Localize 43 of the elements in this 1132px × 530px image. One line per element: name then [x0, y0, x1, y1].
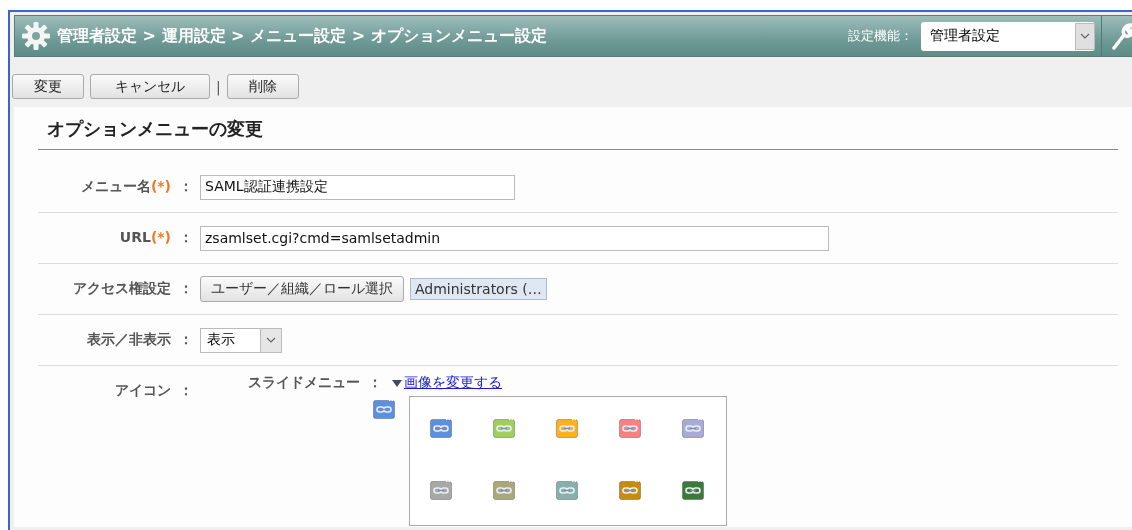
gear-icon — [21, 21, 51, 51]
triangle-down-icon[interactable] — [392, 379, 402, 387]
field-label: アイコン — [115, 382, 171, 400]
select-button[interactable]: ユーザー／組織／ロール選択 — [200, 276, 404, 302]
chain-icon[interactable] — [556, 480, 578, 500]
colon: ： — [179, 382, 193, 400]
chain-icon[interactable] — [682, 480, 704, 500]
chain-icon[interactable] — [619, 480, 641, 500]
change-image-link[interactable]: 画像を変更する — [404, 374, 502, 392]
toolbar-button[interactable]: 変更 — [12, 74, 84, 99]
chain-icon[interactable] — [430, 480, 452, 500]
sub-label: スライドメニュー — [248, 374, 360, 392]
field-label: 表示／非表示 — [87, 331, 171, 349]
toolbar-button[interactable]: キャンセル — [90, 74, 210, 99]
field-label: アクセス権設定 — [73, 280, 171, 298]
form-title: オプションメニューの変更 — [38, 117, 1118, 150]
chain-icon[interactable] — [619, 418, 641, 438]
wrench-icon[interactable] — [1110, 21, 1132, 51]
colon: ： — [179, 331, 193, 349]
colon: ： — [179, 229, 193, 247]
chain-icon[interactable] — [682, 418, 704, 438]
field-label: メニュー名 — [80, 178, 151, 196]
chevron-down-icon — [266, 337, 276, 343]
separator: | — [216, 78, 221, 95]
chain-icon[interactable] — [430, 418, 452, 438]
required-mark: (*) — [150, 229, 171, 245]
required-mark: (*) — [150, 178, 171, 194]
input-field[interactable]: SAML認証連携設定 — [200, 174, 515, 200]
input-field[interactable]: zsamlset.cgi?cmd=samlsetadmin — [200, 225, 829, 251]
colon: ： — [179, 178, 193, 196]
field-label: URL — [119, 229, 151, 245]
access-tag: Administrators (… — [410, 278, 547, 300]
function-label: 設定機能： — [848, 27, 913, 45]
colon: ： — [368, 374, 382, 392]
colon: ： — [179, 280, 193, 298]
chain-icon[interactable] — [556, 418, 578, 438]
toolbar-button[interactable]: 削除 — [226, 74, 299, 99]
chevron-down-icon — [1080, 33, 1090, 39]
function-select[interactable]: 管理者設定 — [921, 21, 1095, 51]
chain-icon[interactable] — [493, 418, 515, 438]
breadcrumb: 管理者設定 > 運用設定 > メニュー設定 > オプションメニュー設定 — [57, 25, 548, 47]
chain-icon[interactable] — [493, 480, 515, 500]
visibility-select[interactable]: 表示 — [200, 327, 282, 353]
